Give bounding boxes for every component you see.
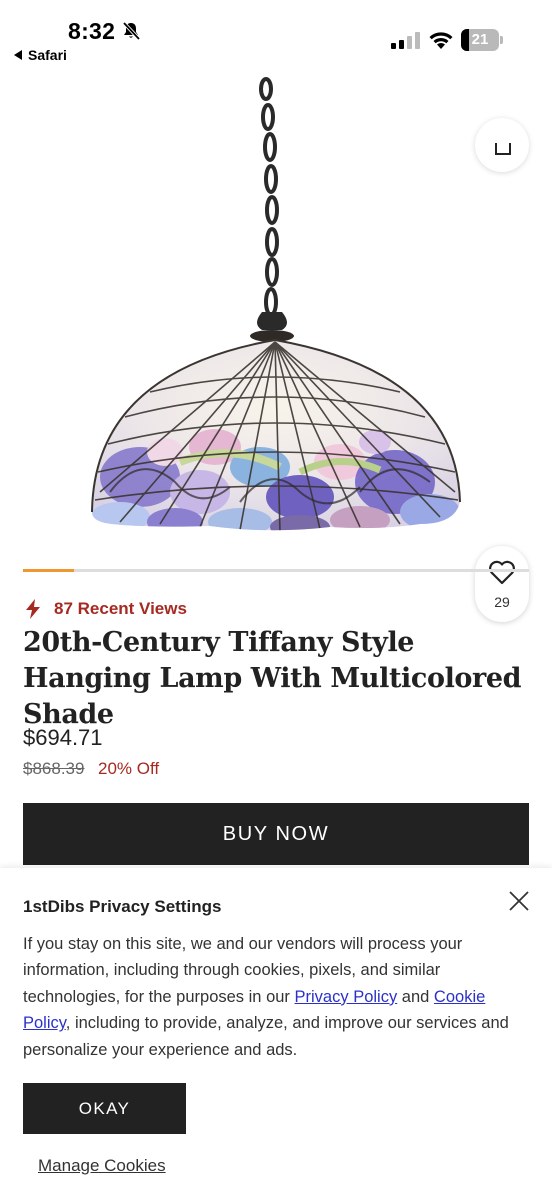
carousel-progress-fill <box>23 569 74 572</box>
manage-cookies-link[interactable]: Manage Cookies <box>38 1156 166 1176</box>
original-price: $868.39 <box>23 759 85 778</box>
battery-icon: 21 <box>461 29 503 51</box>
privacy-settings-banner: 1stDibs Privacy Settings If you stay on … <box>0 868 552 1200</box>
cellular-signal-icon <box>391 32 420 49</box>
privacy-text-part2: and <box>397 987 434 1006</box>
battery-level: 21 <box>471 31 489 48</box>
privacy-banner-title: 1stDibs Privacy Settings <box>23 897 222 916</box>
buy-now-button[interactable]: BUY NOW <box>23 803 529 865</box>
product-image-carousel[interactable]: 29 <box>0 72 552 622</box>
carousel-progress-track <box>23 569 529 572</box>
favorite-button[interactable]: 29 <box>475 546 529 622</box>
share-button[interactable] <box>475 118 529 172</box>
okay-button[interactable]: OKAY <box>23 1083 186 1134</box>
product-title: 20th-Century Tiffany Style Hanging Lamp … <box>23 627 522 730</box>
discount-label: 20% Off <box>98 759 160 778</box>
status-time: 8:32 <box>68 18 116 44</box>
bell-muted-icon <box>122 21 141 41</box>
favorite-count: 29 <box>494 594 510 610</box>
lightning-bolt-icon <box>26 599 40 619</box>
privacy-text-part3: , including to provide, analyze, and imp… <box>23 1014 509 1059</box>
back-app-label: Safari <box>28 47 67 63</box>
recent-views-badge: 87 Recent Views <box>25 598 187 620</box>
share-icon <box>495 143 511 155</box>
wifi-icon <box>429 32 453 49</box>
status-bar: 8:32 Safari 21 <box>0 0 552 72</box>
close-icon[interactable] <box>506 888 532 914</box>
product-image-lamp <box>91 77 461 531</box>
heart-icon <box>489 560 515 585</box>
back-to-app-link[interactable]: Safari <box>14 47 67 63</box>
product-price: $694.71 <box>23 725 103 750</box>
privacy-banner-text: If you stay on this site, we and our ven… <box>23 931 533 1063</box>
privacy-policy-link[interactable]: Privacy Policy <box>295 988 398 1006</box>
recent-views-text: 87 Recent Views <box>54 599 187 618</box>
back-arrow-icon <box>14 50 22 60</box>
